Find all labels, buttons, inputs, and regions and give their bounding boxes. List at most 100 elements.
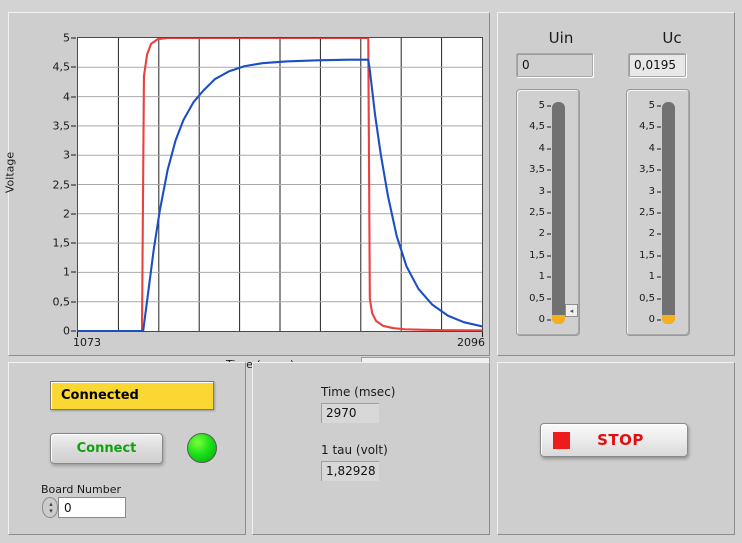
gauge-tick-label: 0,5 (529, 292, 545, 304)
spinner-down-icon[interactable]: ▾ (49, 508, 53, 515)
stop-button[interactable]: STOP (540, 423, 688, 457)
y-axis-tick-label: 1 (63, 265, 70, 279)
gauge-tick-mark (657, 212, 661, 214)
y-axis-tick-label: 5 (63, 31, 70, 45)
gauge-tick-mark (657, 255, 661, 257)
gauge-tick-mark (547, 319, 551, 321)
stop-button-label: STOP (597, 431, 644, 449)
y-axis-tick-mark (71, 154, 76, 156)
plot-area[interactable] (77, 37, 483, 332)
board-number-spinner-arrows[interactable]: ▴ ▾ (44, 498, 58, 518)
uin-gauge-pointer[interactable]: ◂ (565, 304, 578, 317)
y-axis-tick-label: 2 (63, 207, 70, 221)
gauge-tick-label: 4,5 (639, 121, 655, 133)
time-label: Time (msec) (321, 385, 396, 399)
gauge-tick-label: 4 (538, 142, 545, 154)
y-axis-tick-mark (71, 96, 76, 98)
gauge-tick-mark (547, 126, 551, 128)
gauge-tick-mark (657, 298, 661, 300)
gauge-tick-mark (657, 319, 661, 321)
y-axis-tick-label: 0,5 (52, 295, 71, 309)
y-axis-tick-label: 1,5 (52, 236, 71, 250)
gauge-tick-label: 1 (538, 271, 545, 283)
gauge-tick-label: 3 (648, 185, 655, 197)
connection-status-banner: Connected (50, 381, 214, 410)
gauge-tick-mark (547, 105, 551, 107)
y-axis-title: Voltage (3, 151, 17, 194)
y-axis-tick-mark (71, 271, 76, 273)
gauge-tick-mark (547, 148, 551, 150)
gauge-tick-mark (547, 276, 551, 278)
gauge-tick-label: 2 (648, 228, 655, 240)
uin-gauge[interactable]: 5 4,5 4 3,5 3 2,5 2 1,5 1 0,5 0 ◂ (516, 89, 580, 336)
uin-title: Uin (548, 29, 574, 47)
gauge-tick-mark (657, 126, 661, 128)
gauge-tick-mark (547, 255, 551, 257)
plot-svg (78, 38, 482, 331)
y-axis: 5 4,5 4 3,5 3 2,5 2 1,5 1 0,5 0 (26, 33, 76, 337)
y-axis-tick-label: 3 (63, 148, 70, 162)
gauge-tick-label: 1 (648, 271, 655, 283)
board-number-input[interactable]: 0 (58, 497, 126, 518)
stop-panel: STOP (497, 362, 735, 535)
gauge-tick-label: 2 (538, 228, 545, 240)
gauge-tick-label: 3,5 (639, 164, 655, 176)
tau-value: 1,82928 (321, 461, 379, 481)
gauge-tick-mark (547, 233, 551, 235)
tau-label: 1 tau (volt) (321, 443, 388, 457)
uc-gauge-track (662, 102, 675, 324)
y-axis-tick-mark (71, 66, 76, 68)
x-axis-max-label: 2096 (457, 336, 485, 349)
uc-value-display[interactable]: 0,0195 (628, 53, 686, 77)
x-axis-min-label: 1073 (73, 336, 101, 349)
uc-gauge-ticks: 5 4,5 4 3,5 3 2,5 2 1,5 1 0,5 0 (627, 100, 662, 325)
gauge-tick-mark (657, 148, 661, 150)
gauge-tick-mark (657, 233, 661, 235)
stop-square-icon (553, 431, 570, 449)
gauge-tick-label: 1,5 (639, 249, 655, 261)
uc-title: Uc (662, 29, 682, 47)
gauge-tick-label: 2,5 (529, 207, 545, 218)
graph-panel: 5 4,5 4 3,5 3 2,5 2 1,5 1 0,5 0 Voltage 1073 2096 … (4, 12, 490, 372)
uc-gauge[interactable]: 5 4,5 4 3,5 3 2,5 2 1,5 1 0,5 0 (626, 89, 690, 336)
y-axis-tick-label: 4,5 (52, 60, 71, 74)
y-axis-tick-mark (71, 330, 76, 332)
gauge-tick-label: 2,5 (639, 207, 655, 218)
gauge-tick-label: 5 (648, 100, 655, 111)
gauge-tick-mark (547, 169, 551, 171)
uin-value-display[interactable]: 0 (516, 53, 593, 77)
y-axis-tick-label: 3,5 (52, 119, 71, 133)
y-axis-tick-label: 2,5 (52, 178, 71, 191)
gauge-tick-mark (547, 298, 551, 300)
gauge-tick-label: 3,5 (529, 164, 545, 176)
time-value: 2970 (321, 403, 379, 423)
y-axis-tick-mark (71, 37, 76, 39)
uin-gauge-ticks: 5 4,5 4 3,5 3 2,5 2 1,5 1 0,5 0 (517, 101, 552, 325)
y-axis-tick-label: 0 (63, 324, 70, 338)
gauge-tick-label: 0,5 (639, 292, 655, 304)
connection-led-indicator (187, 433, 217, 463)
y-axis-tick-mark (71, 184, 76, 185)
gauge-tick-label: 1,5 (529, 249, 545, 261)
gauge-tick-label: 0 (648, 314, 655, 325)
y-axis-tick-label: 4 (63, 90, 70, 104)
y-axis-tick-mark (71, 301, 76, 303)
graph-frame: 5 4,5 4 3,5 3 2,5 2 1,5 1 0,5 0 Voltage 1073 2096 … (4, 18, 490, 372)
y-axis-tick-mark (71, 125, 76, 127)
gauge-tick-mark (657, 169, 661, 171)
uin-gauge-track (552, 102, 565, 324)
board-number-label: Board Number (41, 483, 122, 496)
gauge-tick-mark (547, 191, 551, 193)
uin-gauge-fill (552, 315, 565, 324)
gauge-tick-mark (547, 212, 551, 214)
uc-gauge-fill (662, 315, 675, 324)
connect-button[interactable]: Connect (50, 433, 163, 464)
gauge-tick-mark (657, 191, 661, 193)
measurements-panel: Time (msec) 2970 1 tau (volt) 1,82928 (252, 362, 490, 535)
gauge-tick-mark (657, 105, 661, 107)
gauge-tick-label: 3 (538, 185, 545, 197)
meters-panel: Uin 0 Uc 0,0195 5 4,5 4 3,5 3 2,5 2 1,5 1 0,5 0 ◂ … (497, 12, 735, 356)
gauge-tick-mark (657, 276, 661, 278)
y-axis-tick-mark (71, 213, 76, 215)
gauge-tick-label: 0 (538, 314, 545, 325)
